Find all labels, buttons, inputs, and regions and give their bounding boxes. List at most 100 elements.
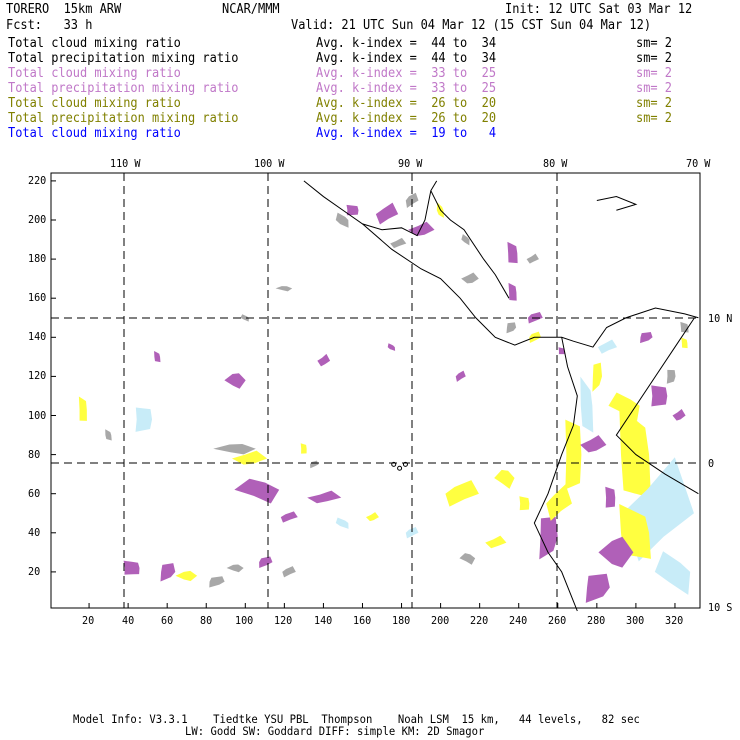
x-tick-label: 260: [547, 614, 567, 627]
gray-cloud-area: [666, 369, 676, 384]
purple-cloud-area: [224, 373, 246, 389]
gray-cloud-area: [390, 237, 407, 249]
purple-cloud-area: [375, 202, 399, 225]
yellow-cloud-area: [592, 362, 603, 392]
x-tick-label: 180: [391, 614, 410, 627]
gray-cloud-area: [282, 566, 296, 578]
lightblue-cloud-area: [135, 407, 153, 432]
y-tick-label: 80: [28, 447, 41, 461]
plot-frame: [50, 172, 701, 609]
legend-range: Avg. k-index = 44 to 34: [316, 51, 497, 66]
purple-cloud-area: [580, 435, 607, 453]
lightblue-cloud-area: [597, 339, 618, 354]
legend-sm: sm= 2: [636, 66, 673, 81]
legend-range: Avg. k-index = 33 to 25: [316, 66, 497, 81]
gray-cloud-area: [213, 444, 256, 455]
longitude-label: 90 W: [398, 157, 423, 170]
galapagos-island: [397, 465, 403, 471]
gray-cloud-area: [226, 564, 244, 573]
y-tick-label: 200: [28, 213, 47, 226]
purple-cloud-area: [651, 385, 668, 407]
y-tick-label: 120: [28, 369, 47, 383]
x-tick-label: 80: [199, 614, 212, 627]
legend-sm: sm= 2: [636, 96, 673, 111]
yellow-cloud-area: [175, 570, 198, 582]
longitude-label: 70 W: [686, 157, 711, 170]
gray-cloud-area: [459, 553, 476, 565]
y-tick-label: 220: [28, 173, 47, 187]
gray-cloud-area: [105, 429, 112, 441]
purple-cloud-area: [259, 556, 273, 568]
longitude-label: 110 W: [110, 157, 141, 170]
yellow-cloud-area: [445, 480, 479, 507]
legend-range: Avg. k-index = 44 to 34: [316, 36, 497, 51]
legend-range: Avg. k-index = 33 to 25: [316, 81, 497, 96]
coastline: [596, 196, 638, 211]
purple-cloud-area: [387, 343, 396, 351]
legend-range: Avg. k-index = 26 to 20: [316, 96, 497, 111]
legend-field: Total cloud mixing ratio: [8, 126, 181, 141]
yellow-cloud-area: [565, 419, 582, 490]
lightblue-cloud-area: [580, 376, 594, 433]
x-tick-label: 20: [82, 614, 95, 627]
y-tick-label: 160: [28, 291, 47, 305]
yellow-cloud-area: [619, 406, 651, 498]
gray-cloud-area: [680, 321, 689, 333]
yellow-cloud-area: [494, 469, 515, 489]
purple-cloud-area: [585, 573, 610, 603]
purple-cloud-area: [280, 511, 298, 523]
legend-field: Total cloud mixing ratio: [8, 36, 181, 51]
x-tick-label: 300: [626, 614, 645, 627]
gray-cloud-area: [310, 460, 319, 469]
purple-cloud-area: [672, 408, 686, 421]
legend-field: Total precipitation mixing ratio: [8, 81, 239, 96]
legend-range: Avg. k-index = 26 to 20: [316, 111, 497, 126]
purple-cloud-area: [160, 563, 176, 582]
x-tick-label: 280: [586, 614, 606, 627]
x-tick-label: 220: [469, 614, 489, 627]
legend-range: Avg. k-index = 19 to 4: [316, 126, 497, 141]
purple-cloud-area: [317, 353, 331, 367]
gray-cloud-area: [275, 286, 293, 292]
purple-cloud-area: [307, 490, 342, 504]
latitude-label: 10 N: [708, 312, 733, 325]
lat-lon-grid: [51, 173, 700, 608]
yellow-cloud-area: [681, 337, 688, 349]
y-tick-label: 140: [28, 330, 47, 344]
legend-field: Total precipitation mixing ratio: [8, 51, 239, 66]
yellow-cloud-area: [78, 396, 87, 421]
model-info-line2: LW: Godd SW: Goddard DIFF: simple KM: 2D…: [185, 724, 485, 738]
lightblue-cloud-area: [335, 517, 349, 529]
model-title: TORERO 15km ARW: [6, 2, 122, 17]
purple-cloud-area: [123, 560, 140, 575]
x-tick-label: 200: [430, 614, 449, 627]
y-tick-label: 40: [28, 525, 41, 539]
purple-cloud-area: [154, 351, 161, 363]
gray-cloud-area: [209, 576, 225, 588]
gray-cloud-area: [335, 212, 349, 228]
gray-cloud-area: [526, 253, 539, 264]
latitude-label: 0: [708, 457, 715, 470]
coastline: [362, 223, 699, 348]
purple-cloud-area: [508, 282, 517, 301]
legend-sm: sm= 2: [636, 36, 673, 51]
x-tick-label: 320: [665, 614, 684, 627]
longitude-label: 80 W: [543, 157, 568, 170]
x-tick-label: 40: [121, 614, 134, 627]
purple-cloud-area: [234, 478, 280, 504]
y-tick-label: 20: [28, 564, 41, 578]
legend-sm: sm= 2: [636, 81, 673, 96]
cloud-fields: [78, 192, 694, 603]
purple-cloud-area: [640, 331, 653, 344]
x-tick-label: 140: [313, 614, 332, 627]
purple-cloud-area: [455, 370, 466, 382]
y-tick-label: 180: [28, 252, 47, 266]
yellow-cloud-area: [365, 512, 379, 522]
yellow-cloud-area: [546, 484, 572, 521]
legend-field: Total cloud mixing ratio: [8, 66, 181, 81]
lightblue-cloud-area: [654, 551, 691, 595]
organization: NCAR/MMM: [222, 2, 280, 17]
forecast-hour: Fcst: 33 h: [6, 18, 93, 33]
x-tick-label: 160: [352, 614, 371, 627]
yellow-cloud-area: [300, 443, 307, 454]
